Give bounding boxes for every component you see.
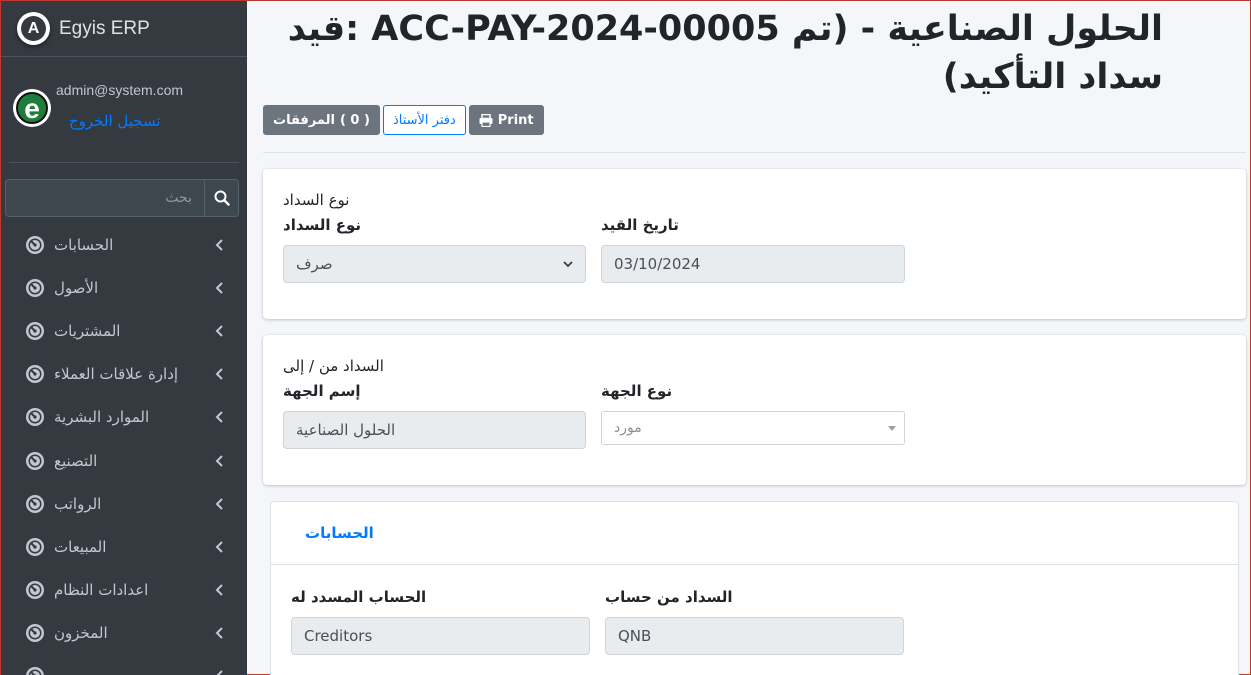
accounts-card: الحسابات الحساب المسدد له السداد من حساب… <box>270 501 1239 675</box>
chevron-left-icon <box>215 627 223 639</box>
tachometer-icon <box>26 408 44 427</box>
brand-logo-letter: A <box>21 16 46 41</box>
caret-down-icon <box>888 425 896 431</box>
print-label: Print <box>497 112 534 128</box>
posting-date-label: تاريخ القيد <box>601 216 679 234</box>
party-section-title: السداد من / إلى <box>283 357 384 375</box>
paid-to-label: الحساب المسدد له <box>291 588 427 606</box>
payment-type-label: نوع السداد <box>283 216 362 234</box>
search-icon <box>214 190 230 206</box>
chevron-left-icon <box>215 498 223 510</box>
party-card: السداد من / إلى إسم الجهة نوع الجهة الحل… <box>263 335 1246 485</box>
tachometer-icon <box>26 494 44 513</box>
chevron-left-icon <box>215 584 223 596</box>
sidebar-item-6[interactable]: الرواتب <box>1 482 247 525</box>
tachometer-icon <box>26 451 44 470</box>
sidebar-item-3[interactable]: إدارة علاقات العملاء <box>1 353 247 396</box>
page-title: الحلول الصناعية - (تم ACC-PAY-2024-00005… <box>287 9 1163 97</box>
sidebar-item-label: الموارد البشرية <box>54 408 150 427</box>
posting-date-field[interactable]: 03/10/2024 <box>601 245 905 283</box>
tab-accounts[interactable]: الحسابات <box>305 524 374 542</box>
sidebar-item-label: اعدادات النظام <box>54 581 149 600</box>
tachometer-icon <box>26 667 44 675</box>
attachments-button[interactable]: المرفقات ( 0 ) <box>263 105 380 135</box>
payment-type-section-title: نوع السداد <box>283 191 350 209</box>
posting-date-value: 03/10/2024 <box>614 255 701 273</box>
sidebar-search <box>5 179 239 217</box>
sidebar-item-label: إدارة علاقات العملاء <box>54 365 179 384</box>
tachometer-icon <box>26 321 44 340</box>
tachometer-icon <box>26 235 44 254</box>
party-name-label: إسم الجهة <box>283 382 361 400</box>
toolbar: المرفقات ( 0 ) دفتر الأستاذ Print <box>263 105 544 135</box>
ledger-button[interactable]: دفتر الأستاذ <box>382 105 466 135</box>
print-icon <box>479 113 493 127</box>
sidebar-item-label: التصنيع <box>54 451 98 470</box>
tachometer-icon <box>26 581 44 600</box>
sidebar-item-4[interactable]: الموارد البشرية <box>1 396 247 439</box>
sidebar: A Egyis ERP e admin@system.com تسجيل الخ… <box>1 1 247 675</box>
paid-from-label: السداد من حساب <box>605 588 733 606</box>
brand-logo: A <box>17 12 50 45</box>
sidebar-item-label: الرواتب <box>54 494 102 513</box>
sidebar-nav: الحسابات الأصول المشتريات إدارة علاقات العم… <box>1 223 247 675</box>
party-name-value: الحلول الصناعية <box>296 421 396 439</box>
logout-link[interactable]: تسجيل الخروج <box>69 112 161 130</box>
paid-to-field[interactable]: Creditors <box>291 617 590 655</box>
sidebar-item-8[interactable]: اعدادات النظام <box>1 569 247 612</box>
paid-to-value: Creditors <box>304 627 373 645</box>
ledger-label: دفتر الأستاذ <box>392 112 456 128</box>
chevron-down-icon <box>563 260 573 267</box>
avatar-letter: e <box>16 92 48 124</box>
sidebar-item-0[interactable]: الحسابات <box>1 223 247 266</box>
sidebar-item-5[interactable]: التصنيع <box>1 439 247 482</box>
party-type-value: مورد <box>614 420 642 436</box>
sidebar-item-label: المخزون <box>54 624 108 643</box>
payment-type-value: صرف <box>296 255 333 273</box>
tachometer-icon <box>26 365 44 384</box>
sidebar-item-9[interactable]: المخزون <box>1 612 247 655</box>
chevron-left-icon <box>215 282 223 294</box>
search-input[interactable] <box>6 180 204 216</box>
tachometer-icon <box>26 278 44 297</box>
tabs-header: الحسابات <box>271 502 1238 565</box>
sidebar-item-10[interactable]: ... <box>1 655 247 675</box>
chevron-left-icon <box>215 238 223 251</box>
chevron-left-icon <box>215 541 223 553</box>
sidebar-item-1[interactable]: الأصول <box>1 266 247 309</box>
sidebar-item-label: المبيعات <box>54 537 107 556</box>
tachometer-icon <box>26 537 44 556</box>
sidebar-item-label: الحسابات <box>54 235 114 254</box>
search-button[interactable] <box>204 180 238 216</box>
attachments-label: المرفقات <box>273 112 335 128</box>
user-email: admin@system.com <box>56 82 184 98</box>
sidebar-item-label: ... <box>54 667 215 675</box>
payment-type-card: نوع السداد نوع السداد تاريخ القيد صرف 03… <box>263 169 1246 319</box>
party-type-label: نوع الجهة <box>601 382 673 400</box>
attachments-count: ( 0 ) <box>339 112 370 128</box>
divider <box>263 152 1246 153</box>
sidebar-item-2[interactable]: المشتريات <box>1 309 247 352</box>
sidebar-item-label: المشتريات <box>54 321 121 340</box>
chevron-left-icon <box>215 325 223 337</box>
brand-link[interactable]: A Egyis ERP <box>1 1 247 57</box>
sidebar-item-label: الأصول <box>54 278 99 297</box>
sidebar-item-7[interactable]: المبيعات <box>1 525 247 568</box>
payment-type-select[interactable]: صرف <box>283 245 586 283</box>
chevron-left-icon <box>217 670 223 675</box>
user-panel: e admin@system.com تسجيل الخروج <box>9 57 239 163</box>
paid-from-value: QNB <box>618 627 652 645</box>
chevron-left-icon <box>215 411 223 424</box>
paid-from-field[interactable]: QNB <box>605 617 904 655</box>
tachometer-icon <box>26 624 44 643</box>
print-button[interactable]: Print <box>468 105 544 135</box>
party-name-field[interactable]: الحلول الصناعية <box>283 411 586 449</box>
brand-text: Egyis ERP <box>59 17 150 39</box>
party-type-select[interactable]: مورد <box>601 411 905 445</box>
chevron-left-icon <box>215 368 223 380</box>
chevron-left-icon <box>215 454 223 467</box>
avatar: e <box>13 89 51 127</box>
